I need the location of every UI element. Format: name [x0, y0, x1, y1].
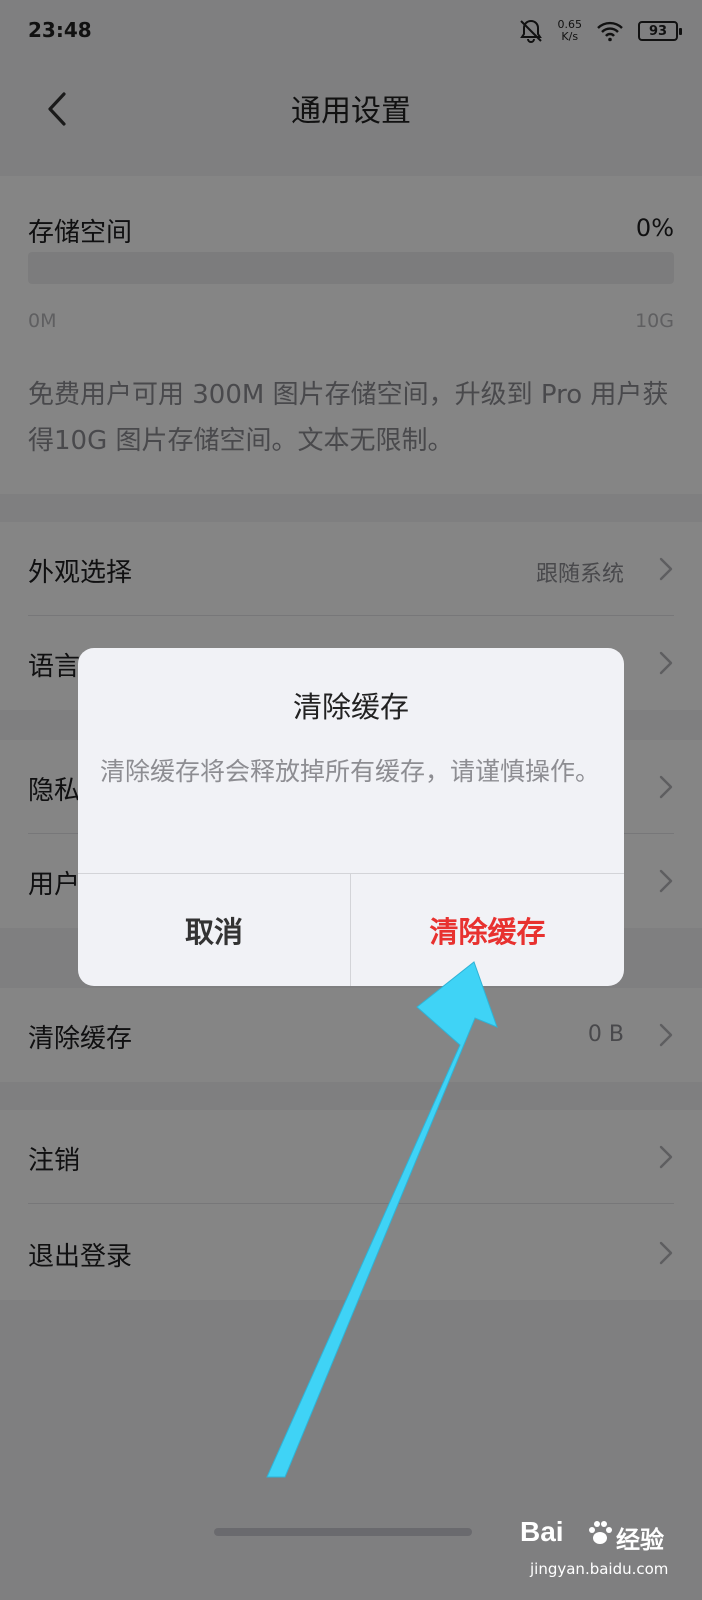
watermark-jingyan: 经验: [616, 1526, 664, 1554]
baidu-jingyan-watermark: Bai 经验 jingyan.baidu.com: [520, 1516, 676, 1588]
confirm-clear-cache-button[interactable]: 清除缓存: [351, 874, 624, 986]
home-indicator[interactable]: [214, 1528, 472, 1536]
clear-cache-dialog: 清除缓存 清除缓存将会释放掉所有缓存，请谨慎操作。 取消 清除缓存: [78, 648, 624, 986]
watermark-url: jingyan.baidu.com: [530, 1560, 669, 1578]
dialog-title: 清除缓存: [292, 690, 409, 724]
paw-icon: [589, 1521, 612, 1544]
dialog-message: 清除缓存将会释放掉所有缓存，请谨慎操作。: [100, 757, 601, 786]
watermark-brand: Bai: [520, 1516, 564, 1547]
cancel-button[interactable]: 取消: [78, 874, 350, 986]
